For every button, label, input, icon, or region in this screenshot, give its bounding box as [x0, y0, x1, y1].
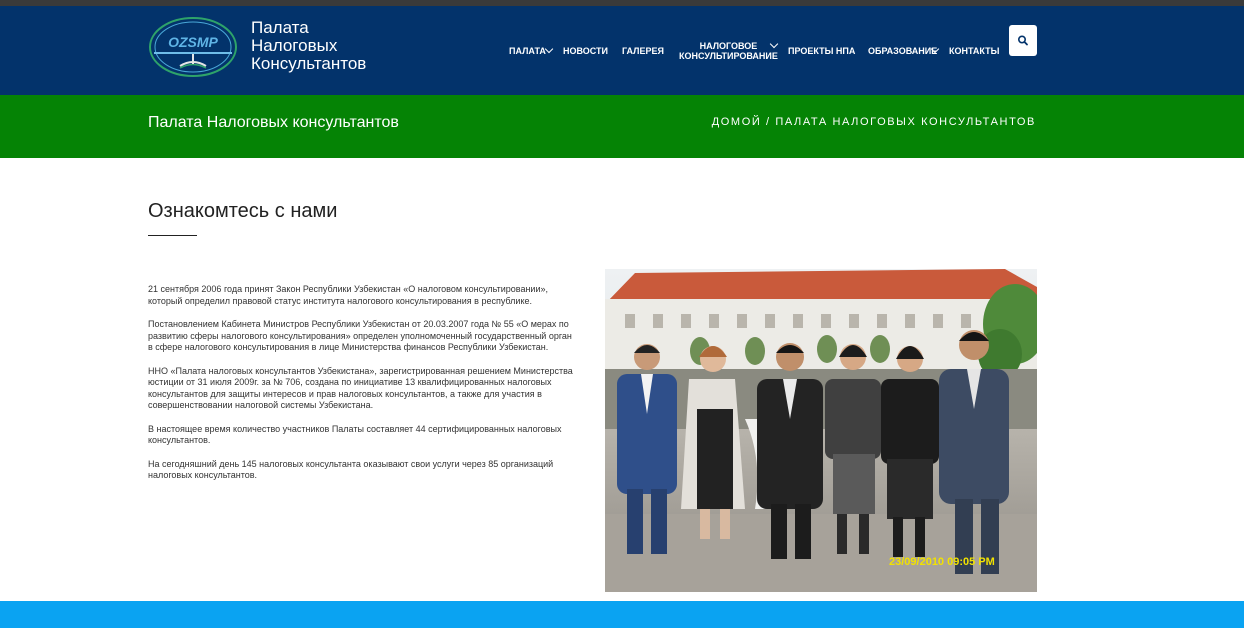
nav-obrazovanie-label: ОБРАЗОВАНИЕ [868, 46, 938, 56]
photo-timestamp: 23/09/2010 09:05 PM [889, 556, 995, 568]
nav-galereya-label: ГАЛЕРЕЯ [622, 46, 664, 56]
nav-proekty-npa[interactable]: ПРОЕКТЫ НПА [788, 46, 855, 56]
nav-novosti[interactable]: НОВОСТИ [563, 46, 608, 56]
nav-palata-label: ПАЛАТА [509, 46, 546, 56]
svg-text:OZSMP: OZSMP [168, 34, 218, 50]
paragraph: ННО «Палата налоговых консультантов Узбе… [148, 365, 573, 411]
nav-nalogovoe-line2: КОНСУЛЬТИРОВАНИЕ [679, 51, 778, 61]
banner-title: Палата Налоговых консультантов [148, 114, 399, 131]
brand-name[interactable]: Палата Налоговых Консультантов [251, 19, 366, 73]
brand-line-3: Консультантов [251, 54, 367, 73]
paragraph: В настоящее время количество участников … [148, 423, 562, 446]
nav-palata[interactable]: ПАЛАТА [509, 46, 546, 56]
logo[interactable]: OZSMP [148, 16, 238, 78]
nav-obrazovanie[interactable]: ОБРАЗОВАНИЕ [868, 46, 937, 56]
breadcrumb-home[interactable]: ДОМОЙ [712, 116, 762, 128]
nav-nalogovoe-konsultirovanie[interactable]: НАЛОГОВОЕ КОНСУЛЬТИРОВАНИЕ [679, 41, 778, 61]
title-underline [148, 235, 197, 236]
nav-kontakty-label: КОНТАКТЫ [949, 46, 1000, 56]
about-text: 21 сентября 2006 года принят Закон Респу… [148, 284, 578, 494]
paragraph: 21 сентября 2006 года принят Закон Респу… [148, 284, 548, 306]
brand-line-1: Палата [251, 18, 309, 37]
section-title: Ознакомтесь с нами [148, 200, 338, 222]
search-button[interactable] [1009, 25, 1037, 56]
nav-galereya[interactable]: ГАЛЕРЕЯ [622, 46, 664, 56]
paragraph: На сегодняшний день 145 налоговых консул… [148, 458, 554, 481]
breadcrumb: ДОМОЙ / ПАЛАТА НАЛОГОВЫХ КОНСУЛЬТАНТОВ [712, 116, 1036, 128]
nav-kontakty[interactable]: КОНТАКТЫ [949, 46, 999, 56]
footer-bar [0, 601, 1244, 628]
breadcrumb-separator: / [766, 116, 771, 128]
nav-nalogovoe-line1: НАЛОГОВОЕ [699, 41, 758, 51]
group-photo: 23/09/2010 09:05 PM [605, 269, 1037, 592]
brand-line-2: Налоговых [251, 36, 338, 55]
search-icon [1018, 35, 1028, 46]
nav-novosti-label: НОВОСТИ [563, 46, 609, 56]
paragraph: Постановлением Кабинета Министров Респуб… [148, 319, 572, 352]
nav-proekty-label: ПРОЕКТЫ НПА [788, 46, 856, 56]
breadcrumb-current: ПАЛАТА НАЛОГОВЫХ КОНСУЛЬТАНТОВ [775, 116, 1036, 128]
